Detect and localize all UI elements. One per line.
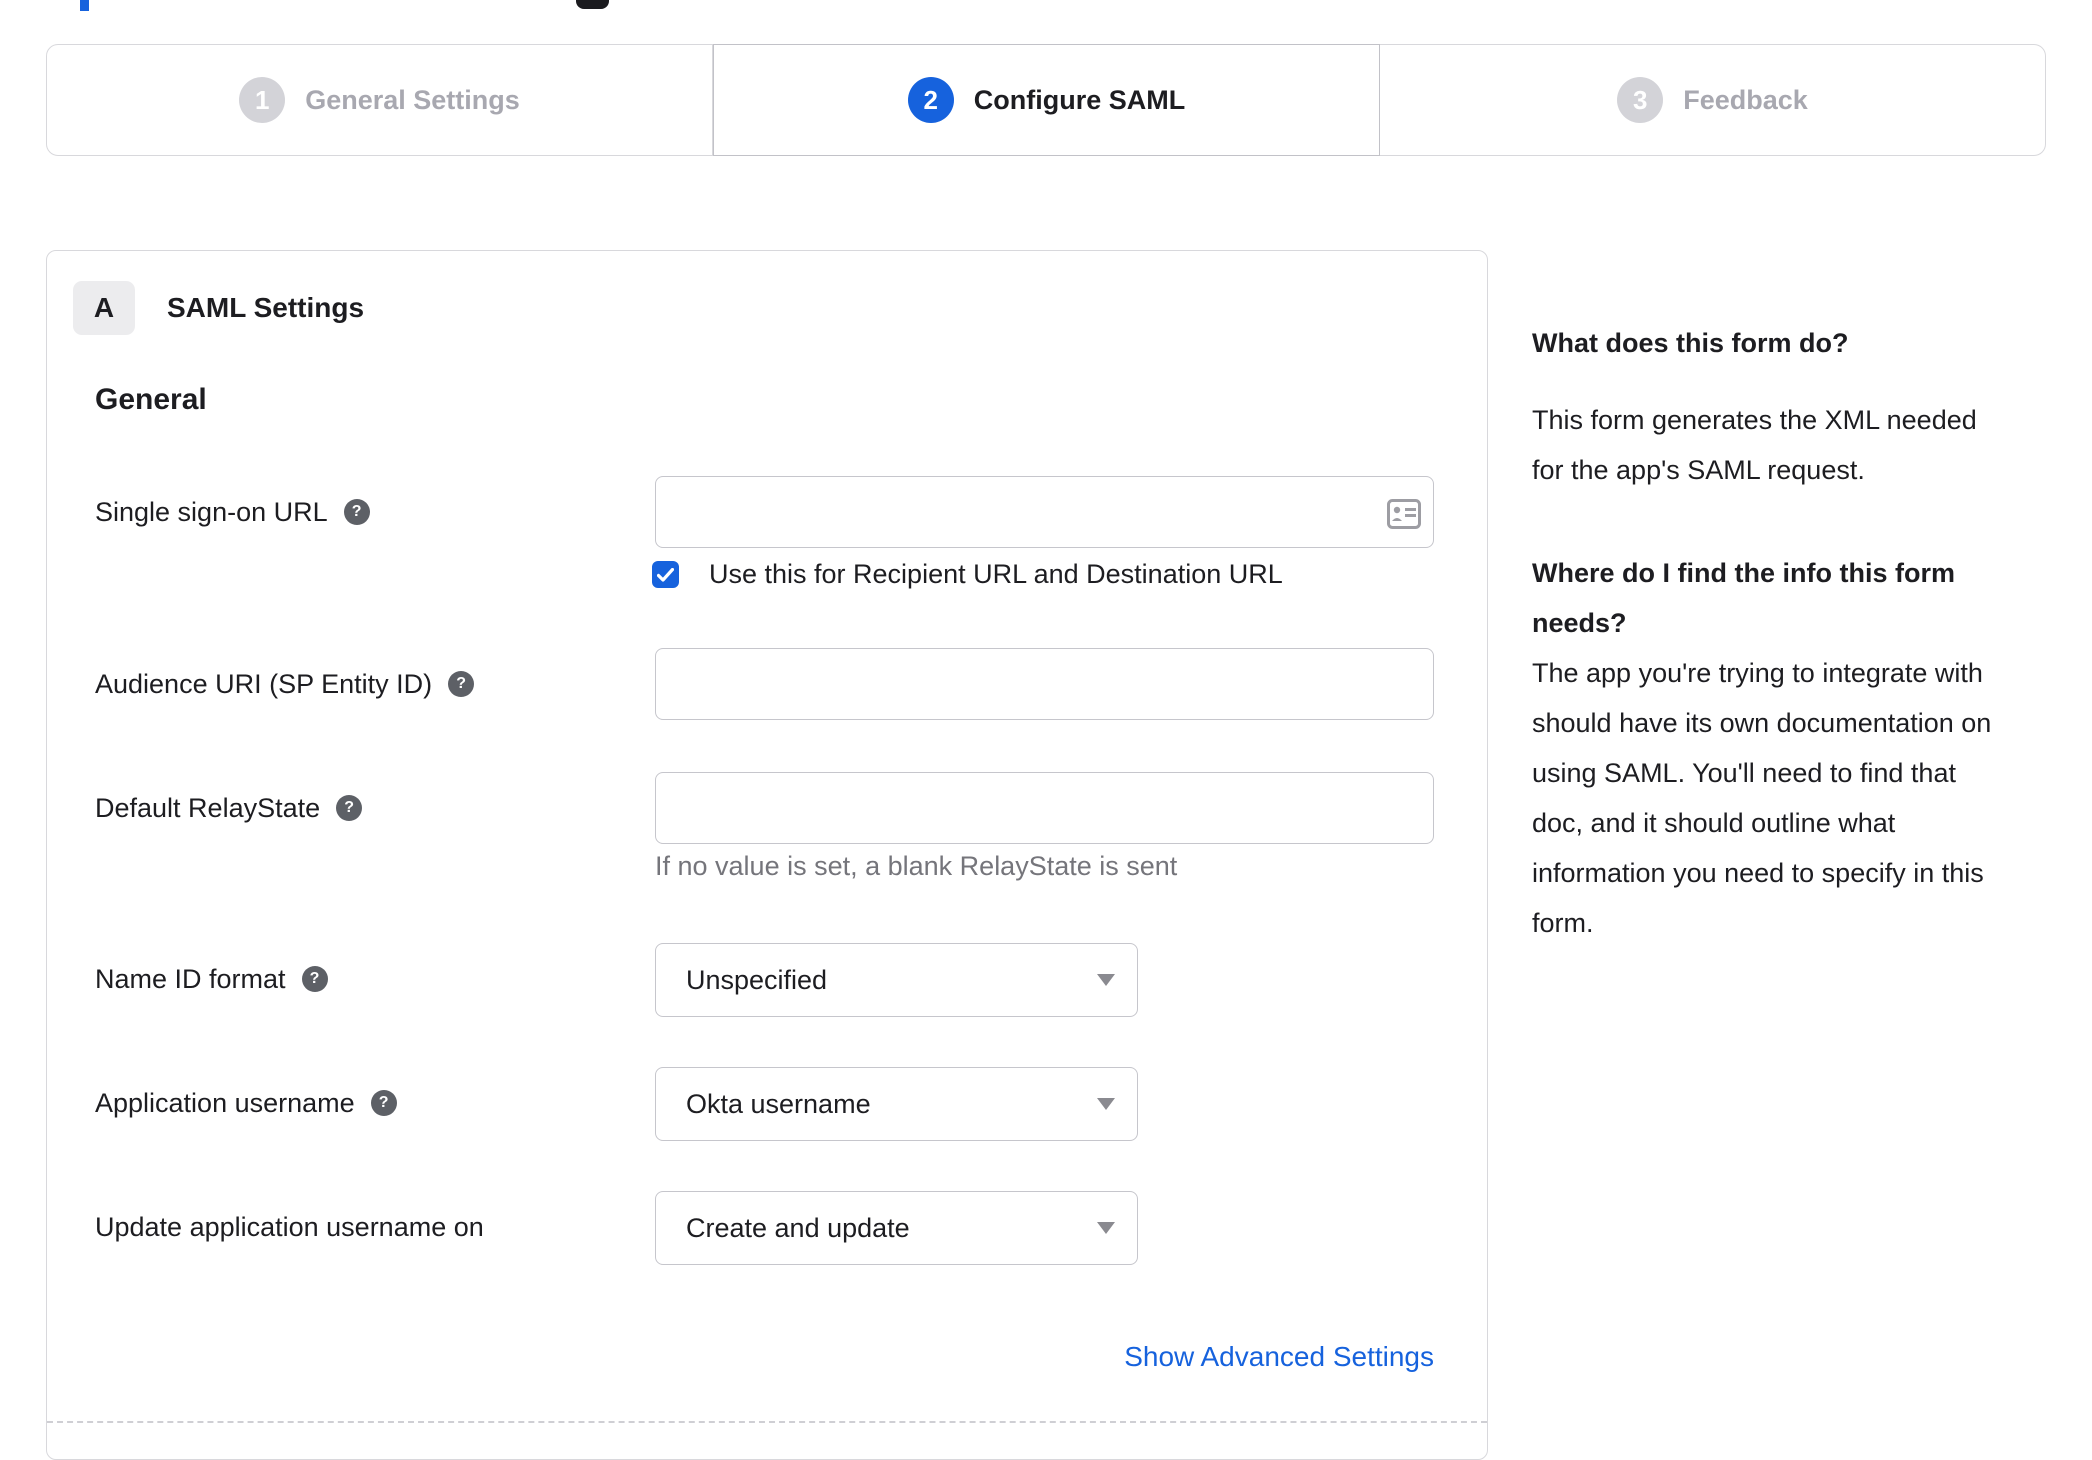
audience-uri-label-row: Audience URI (SP Entity ID) ?	[95, 648, 475, 720]
checkmark-icon	[657, 567, 674, 582]
sidebar-body-where: The app you're trying to integrate with …	[1532, 658, 1992, 938]
audience-uri-label: Audience URI (SP Entity ID)	[95, 668, 433, 699]
dropdown-arrow-icon	[1097, 1222, 1115, 1234]
section-title: SAML Settings	[167, 292, 365, 323]
section-header: A SAML Settings	[73, 281, 364, 335]
help-icon[interactable]: ?	[448, 671, 475, 697]
general-heading: General	[95, 383, 207, 416]
relay-state-label-row: Default RelayState ?	[95, 772, 363, 844]
saml-settings-card: A SAML Settings General Single sign-on U…	[46, 250, 1488, 1460]
application-username-label: Application username	[95, 1087, 355, 1118]
sidebar-heading-where: Where do I find the info this form needs…	[1532, 558, 1955, 638]
step-configure-saml[interactable]: 2 Configure SAML	[713, 44, 1380, 156]
relay-state-hint: If no value is set, a blank RelayState i…	[655, 851, 1178, 881]
step-label: General Settings	[305, 84, 520, 115]
application-username-value: Okta username	[686, 1088, 871, 1119]
dropdown-arrow-icon	[1097, 974, 1115, 986]
dropdown-arrow-icon	[1097, 1098, 1115, 1110]
top-edge-blue-fragment	[80, 0, 89, 11]
recipient-url-checkbox-label: Use this for Recipient URL and Destinati…	[709, 559, 1283, 589]
sso-url-label-row: Single sign-on URL ?	[95, 476, 370, 548]
recipient-url-checkbox[interactable]	[652, 561, 679, 588]
sidebar-body-what: This form generates the XML needed for t…	[1532, 405, 1977, 485]
relay-state-input[interactable]	[655, 772, 1434, 844]
help-icon[interactable]: ?	[336, 795, 363, 821]
section-letter-badge: A	[73, 281, 135, 335]
update-application-username-label-row: Update application username on	[95, 1191, 484, 1263]
top-edge-dark-fragment	[576, 0, 609, 9]
name-id-format-label: Name ID format	[95, 963, 286, 994]
help-icon[interactable]: ?	[343, 499, 370, 525]
application-username-label-row: Application username ?	[95, 1067, 397, 1139]
update-application-username-select[interactable]: Create and update	[655, 1191, 1138, 1265]
update-application-username-label: Update application username on	[95, 1211, 484, 1242]
help-icon[interactable]: ?	[301, 966, 328, 992]
step-general-settings[interactable]: 1 General Settings	[46, 44, 713, 156]
update-application-username-value: Create and update	[686, 1212, 910, 1243]
step-number-badge: 2	[907, 77, 954, 123]
relay-state-label: Default RelayState	[95, 792, 321, 823]
contact-card-icon	[1387, 499, 1421, 529]
section-divider	[47, 1421, 1487, 1423]
name-id-format-select[interactable]: Unspecified	[655, 943, 1138, 1017]
name-id-format-label-row: Name ID format ?	[95, 943, 328, 1015]
step-number-badge: 1	[239, 77, 286, 123]
audience-uri-input[interactable]	[655, 648, 1434, 720]
sidebar-heading-what: What does this form do?	[1532, 328, 1849, 358]
sso-url-input[interactable]	[655, 476, 1434, 548]
name-id-format-value: Unspecified	[686, 964, 828, 995]
application-username-select[interactable]: Okta username	[655, 1067, 1138, 1141]
show-advanced-settings-link[interactable]: Show Advanced Settings	[655, 1341, 1434, 1377]
help-sidebar: What does this form do? This form genera…	[1532, 0, 2052, 1426]
sso-url-label: Single sign-on URL	[95, 496, 328, 527]
help-icon[interactable]: ?	[370, 1090, 397, 1116]
step-label: Configure SAML	[973, 84, 1186, 115]
